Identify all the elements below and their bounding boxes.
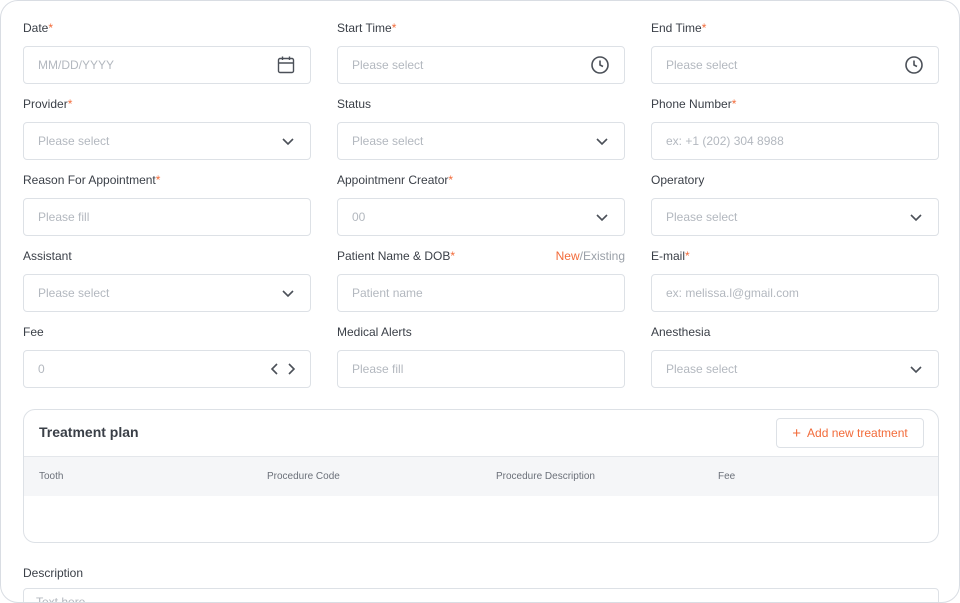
chevron-down-icon	[280, 133, 296, 149]
anesthesia-label: Anesthesia	[651, 325, 711, 339]
end-time-select[interactable]: Please select	[651, 46, 939, 84]
provider-label: Provider	[23, 97, 68, 111]
status-select[interactable]: Please select	[337, 122, 625, 160]
status-field: Status Please select	[337, 96, 625, 160]
required-mark: *	[67, 97, 73, 111]
start-time-label: Start Time	[337, 21, 392, 35]
reason-field: Reason For Appointment* Please fill	[23, 172, 311, 236]
required-mark: *	[701, 21, 707, 35]
column-fee: Fee	[718, 471, 736, 482]
creator-select[interactable]: 00	[337, 198, 625, 236]
appointment-form-card: Date* MM/DD/YYYY Start Time* Please sele…	[0, 0, 960, 603]
end-time-placeholder: Please select	[666, 58, 738, 72]
patient-input[interactable]: Patient name	[337, 274, 625, 312]
reason-placeholder: Please fill	[38, 210, 90, 224]
status-label: Status	[337, 97, 372, 111]
creator-label: Appointmenr Creator	[337, 173, 449, 187]
patient-label: Patient Name & DOB	[337, 249, 451, 263]
add-treatment-button[interactable]: + Add new treatment	[776, 418, 924, 448]
required-mark: *	[731, 97, 737, 111]
required-mark: *	[391, 21, 397, 35]
required-mark: *	[685, 249, 690, 263]
fee-stepper[interactable]: 0	[23, 350, 311, 388]
treatment-plan-title: Treatment plan	[39, 424, 139, 440]
creator-field: Appointmenr Creator* 00	[337, 172, 625, 236]
email-field: E-mail* ex: melissa.l@gmail.com	[651, 248, 939, 312]
date-label: Date	[23, 21, 49, 35]
chevron-down-icon	[594, 209, 610, 225]
fee-field: Fee 0	[23, 324, 311, 388]
required-mark: *	[448, 173, 454, 187]
provider-field: Provider* Please select	[23, 96, 311, 160]
description-label: Description	[23, 566, 84, 580]
chevron-down-icon	[908, 361, 924, 377]
operatory-select[interactable]: Please select	[651, 198, 939, 236]
date-input[interactable]: MM/DD/YYYY	[23, 46, 311, 84]
assistant-placeholder: Please select	[38, 286, 110, 300]
medical-alerts-input[interactable]: Please fill	[337, 350, 625, 388]
column-procedure-description: Procedure Description	[496, 471, 595, 482]
start-time-field: Start Time* Please select	[337, 20, 625, 84]
provider-placeholder: Please select	[38, 134, 110, 148]
calendar-icon[interactable]	[276, 55, 296, 75]
date-placeholder: MM/DD/YYYY	[38, 58, 115, 72]
required-mark: *	[155, 173, 161, 187]
clock-icon	[904, 55, 924, 75]
phone-input[interactable]: ex: +1 (202) 304 8988	[651, 122, 939, 160]
assistant-select[interactable]: Please select	[23, 274, 311, 312]
required-mark: *	[48, 21, 54, 35]
column-procedure-code: Procedure Code	[267, 471, 340, 482]
anesthesia-select[interactable]: Please select	[651, 350, 939, 388]
toggle-existing[interactable]: /Existing	[580, 249, 625, 263]
anesthesia-field: Anesthesia Please select	[651, 324, 939, 388]
end-time-label: End Time	[651, 21, 702, 35]
medical-alerts-field: Medical Alerts Please fill	[337, 324, 625, 388]
email-placeholder: ex: melissa.l@gmail.com	[666, 286, 799, 300]
fee-label: Fee	[23, 325, 44, 339]
clock-icon	[590, 55, 610, 75]
assistant-label: Assistant	[23, 249, 72, 263]
creator-value: 00	[352, 210, 366, 224]
chevron-down-icon	[908, 209, 924, 225]
reason-label: Reason For Appointment	[23, 173, 156, 187]
required-mark: *	[450, 249, 456, 263]
end-time-field: End Time* Please select	[651, 20, 939, 84]
medical-alerts-label: Medical Alerts	[337, 325, 412, 339]
description-placeholder: Text here	[36, 595, 86, 603]
code-brackets-icon[interactable]	[270, 362, 296, 376]
plus-icon: +	[792, 424, 802, 442]
treatment-table-header: Tooth Procedure Code Procedure Descripti…	[24, 456, 938, 496]
fee-value: 0	[38, 362, 45, 376]
new-existing-toggle[interactable]: New/Existing	[556, 248, 625, 264]
anesthesia-placeholder: Please select	[666, 362, 738, 376]
operatory-placeholder: Please select	[666, 210, 738, 224]
email-label: E-mail	[651, 249, 686, 263]
phone-field: Phone Number* ex: +1 (202) 304 8988	[651, 96, 939, 160]
medical-alerts-placeholder: Please fill	[352, 362, 404, 376]
chevron-down-icon	[280, 285, 296, 301]
start-time-placeholder: Please select	[352, 58, 424, 72]
operatory-field: Operatory Please select	[651, 172, 939, 236]
toggle-new[interactable]: New	[556, 249, 580, 263]
status-placeholder: Please select	[352, 134, 424, 148]
chevron-down-icon	[594, 133, 610, 149]
column-tooth: Tooth	[39, 471, 64, 482]
date-field: Date* MM/DD/YYYY	[23, 20, 311, 84]
treatment-plan-panel: Treatment plan + Add new treatment Tooth…	[23, 409, 939, 543]
email-input[interactable]: ex: melissa.l@gmail.com	[651, 274, 939, 312]
phone-label: Phone Number	[651, 97, 732, 111]
patient-placeholder: Patient name	[352, 286, 423, 300]
start-time-select[interactable]: Please select	[337, 46, 625, 84]
phone-placeholder: ex: +1 (202) 304 8988	[666, 134, 784, 148]
add-treatment-label: Add new treatment	[807, 426, 908, 440]
assistant-field: Assistant Please select	[23, 248, 311, 312]
description-textarea[interactable]: Text here	[23, 588, 939, 603]
reason-input[interactable]: Please fill	[23, 198, 311, 236]
provider-select[interactable]: Please select	[23, 122, 311, 160]
patient-field: Patient Name & DOB* New/Existing Patient…	[337, 248, 625, 312]
operatory-label: Operatory	[651, 173, 705, 187]
